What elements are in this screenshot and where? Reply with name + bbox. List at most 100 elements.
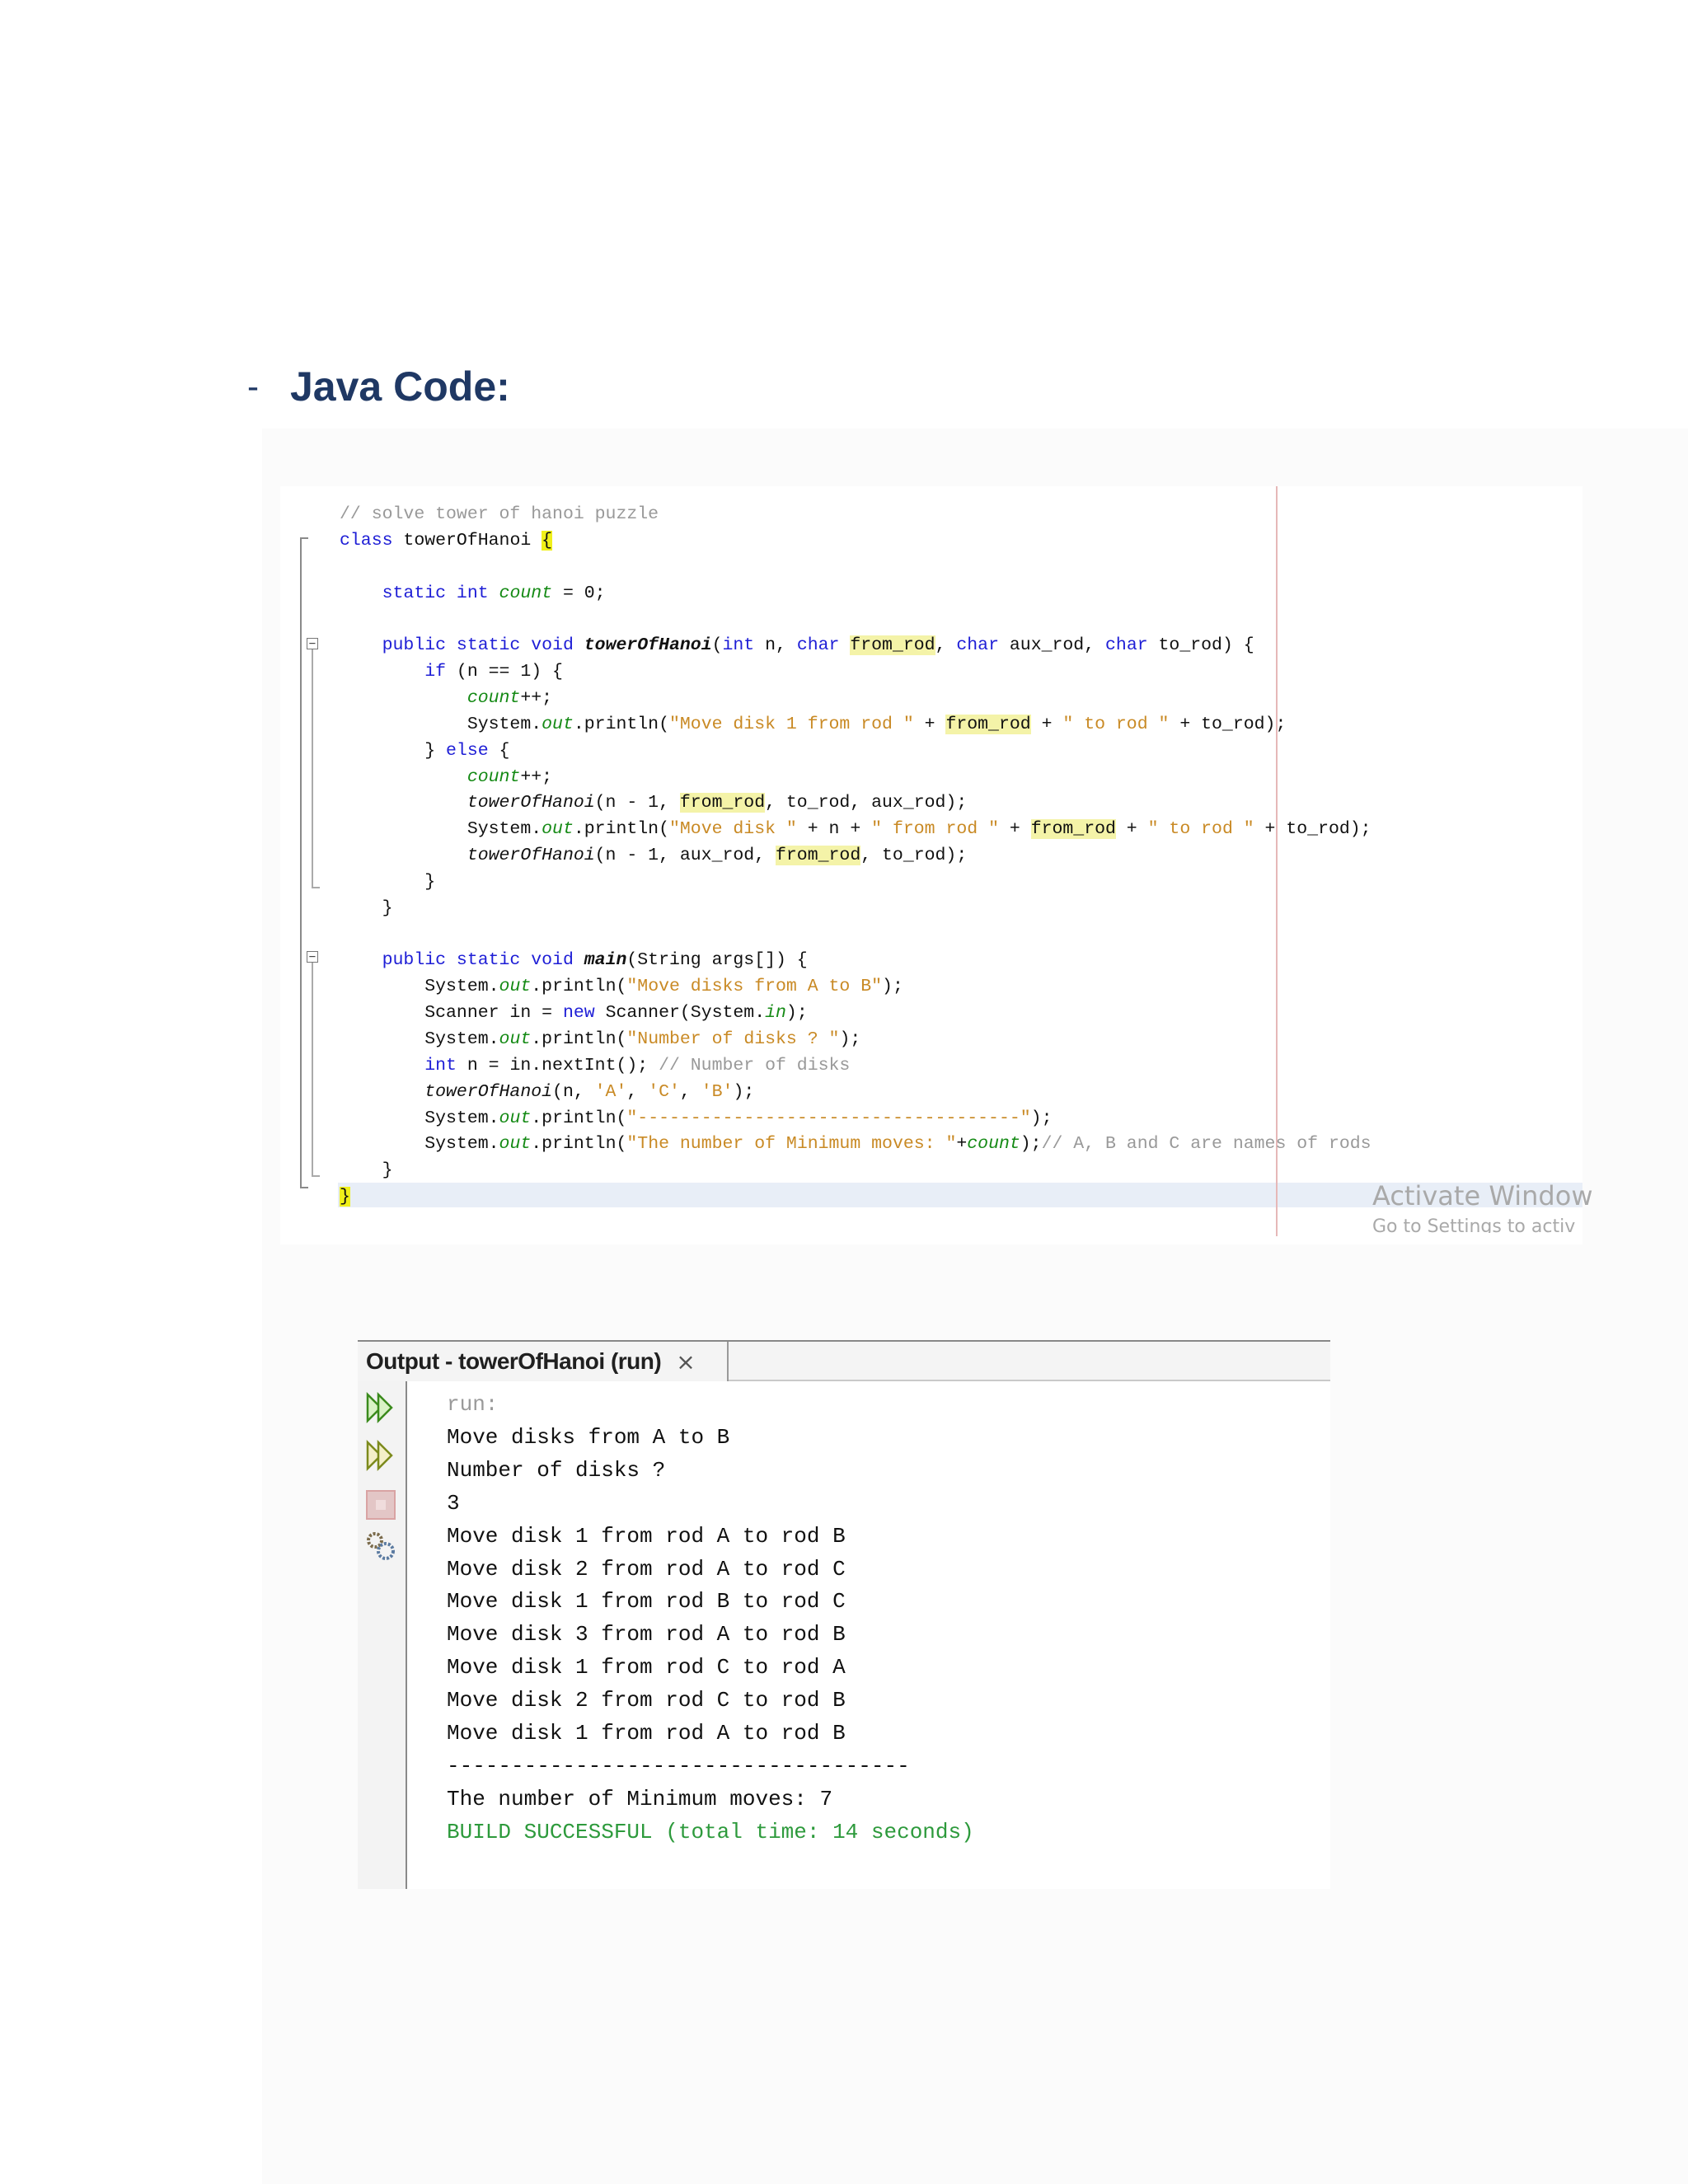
code-editor[interactable]: − − // solve tower of hanoi puzzle class … [280, 486, 1592, 1244]
console-line: BUILD SUCCESSFUL (total time: 14 seconds… [447, 1819, 974, 1844]
fold-toggle-icon[interactable]: − [307, 951, 318, 963]
code-token: out [499, 1108, 532, 1128]
tab-output-label: Output - towerOfHanoi (run) [366, 1348, 662, 1374]
code-token: count [967, 1134, 1020, 1155]
code-token: public static void [382, 950, 574, 971]
code-token: "The number of Minimum moves: " [626, 1134, 957, 1155]
method-fold-end [312, 887, 320, 888]
activate-windows-watermark: Activate Window Go to Settings to activ [1372, 1180, 1592, 1233]
code-token: ); [785, 1003, 808, 1024]
heading-title: Java Code: [290, 363, 510, 410]
fold-toggle-icon[interactable]: − [307, 638, 318, 649]
code-token: new [562, 1003, 595, 1024]
code-token: aux_rod, [998, 635, 1106, 656]
code-token: (n == 1) { [446, 662, 563, 682]
code-token: ( [711, 635, 723, 656]
code-line: } [340, 1183, 350, 1210]
code-token: , [626, 1081, 649, 1102]
code-token: towerOfHanoi [392, 530, 542, 551]
console-line: Move disk 2 from rod C to rod B [447, 1688, 846, 1713]
code-token: from_rod [1030, 819, 1116, 840]
code-token: .println( [573, 819, 669, 840]
code-token: "Move disk 1 from rod " [668, 714, 914, 734]
code-token: // solve tower of hanoi puzzle [340, 504, 659, 524]
code-token: out [499, 977, 532, 997]
console-line: Move disks from A to B [447, 1424, 730, 1450]
code-token: System. [340, 1029, 499, 1049]
code-token: + to_rod); [1169, 714, 1287, 734]
code-line: towerOfHanoi(n, 'A', 'C', 'B'); [340, 1079, 754, 1105]
code-token: ); [839, 1029, 861, 1049]
code-token: ++; [520, 766, 553, 787]
heading-bullet: - [247, 367, 259, 405]
output-tab-bar: Output - towerOfHanoi (run) × [358, 1340, 1330, 1381]
code-token: System. [340, 714, 542, 734]
code-token: } [340, 1160, 393, 1181]
class-fold-end [300, 1187, 308, 1188]
code-line: System.out.println("Move disk 1 from rod… [340, 711, 1286, 738]
code-token: System. [340, 819, 542, 840]
code-token: 'B' [701, 1081, 734, 1102]
code-token: 'C' [648, 1081, 680, 1102]
code-token: + [1030, 714, 1063, 734]
rerun-with-input-icon[interactable] [364, 1439, 397, 1472]
code-token: + [956, 1134, 968, 1155]
code-line: count++; [340, 764, 552, 790]
code-line: // solve tower of hanoi puzzle [340, 501, 659, 527]
stop-icon[interactable] [364, 1488, 397, 1521]
code-token: { [542, 530, 553, 551]
right-margin-guide [1276, 486, 1278, 1236]
code-token: "Move disk " [668, 819, 797, 840]
code-token: int [424, 1055, 457, 1076]
code-token: in [765, 1003, 786, 1024]
code-token: ++; [520, 687, 553, 708]
code-token: else [446, 740, 489, 761]
code-line: } else { [340, 738, 509, 764]
settings-icon[interactable] [364, 1530, 397, 1563]
rerun-icon[interactable] [364, 1391, 397, 1424]
code-token: Scanner in = [340, 1003, 563, 1024]
code-token: char [1105, 635, 1148, 656]
code-token: } [340, 898, 393, 918]
code-token: , [679, 1081, 701, 1102]
code-token: " from rod " [871, 819, 999, 840]
code-line: public static void main(String args[]) { [340, 947, 808, 973]
code-token: main [584, 950, 627, 971]
code-line: System.out.println("The number of Minimu… [340, 1131, 1372, 1157]
code-token: , [935, 635, 957, 656]
close-icon[interactable]: × [676, 1348, 695, 1376]
code-line: Scanner in = new Scanner(System.in); [340, 1000, 808, 1026]
code-line: System.out.println("--------------------… [340, 1105, 1052, 1132]
code-token: (String args[]) { [626, 950, 808, 971]
console-line: ------------------------------------ [447, 1753, 910, 1779]
code-line: System.out.println("Move disk " + n + " … [340, 816, 1372, 842]
code-token: ); [733, 1081, 755, 1102]
code-token: = 0; [552, 583, 606, 603]
code-token: from_rod [679, 793, 766, 813]
code-token: ); [882, 977, 903, 997]
code-token: towerOfHanoi [584, 635, 712, 656]
code-token: count [499, 583, 553, 603]
console-line: Move disk 1 from rod C to rod A [447, 1655, 846, 1680]
code-token: from_rod [945, 714, 1031, 734]
code-token: " to rod " [1147, 819, 1254, 840]
code-line: if (n == 1) { [340, 658, 563, 685]
code-token: // A, B and C are names of rods [1041, 1134, 1372, 1155]
code-token: } [340, 1187, 350, 1207]
code-token: "Move disks from A to B" [626, 977, 883, 997]
code-token: class [340, 530, 393, 551]
code-line: towerOfHanoi(n - 1, from_rod, to_rod, au… [340, 790, 967, 816]
console-line: Move disk 1 from rod B to rod C [447, 1589, 846, 1615]
code-line: class towerOfHanoi { [340, 527, 553, 554]
code-token: , to_rod, aux_rod); [765, 793, 968, 813]
code-token: char [956, 635, 999, 656]
tab-output[interactable]: Output - towerOfHanoi (run) × [358, 1342, 729, 1381]
code-token: int [722, 635, 755, 656]
